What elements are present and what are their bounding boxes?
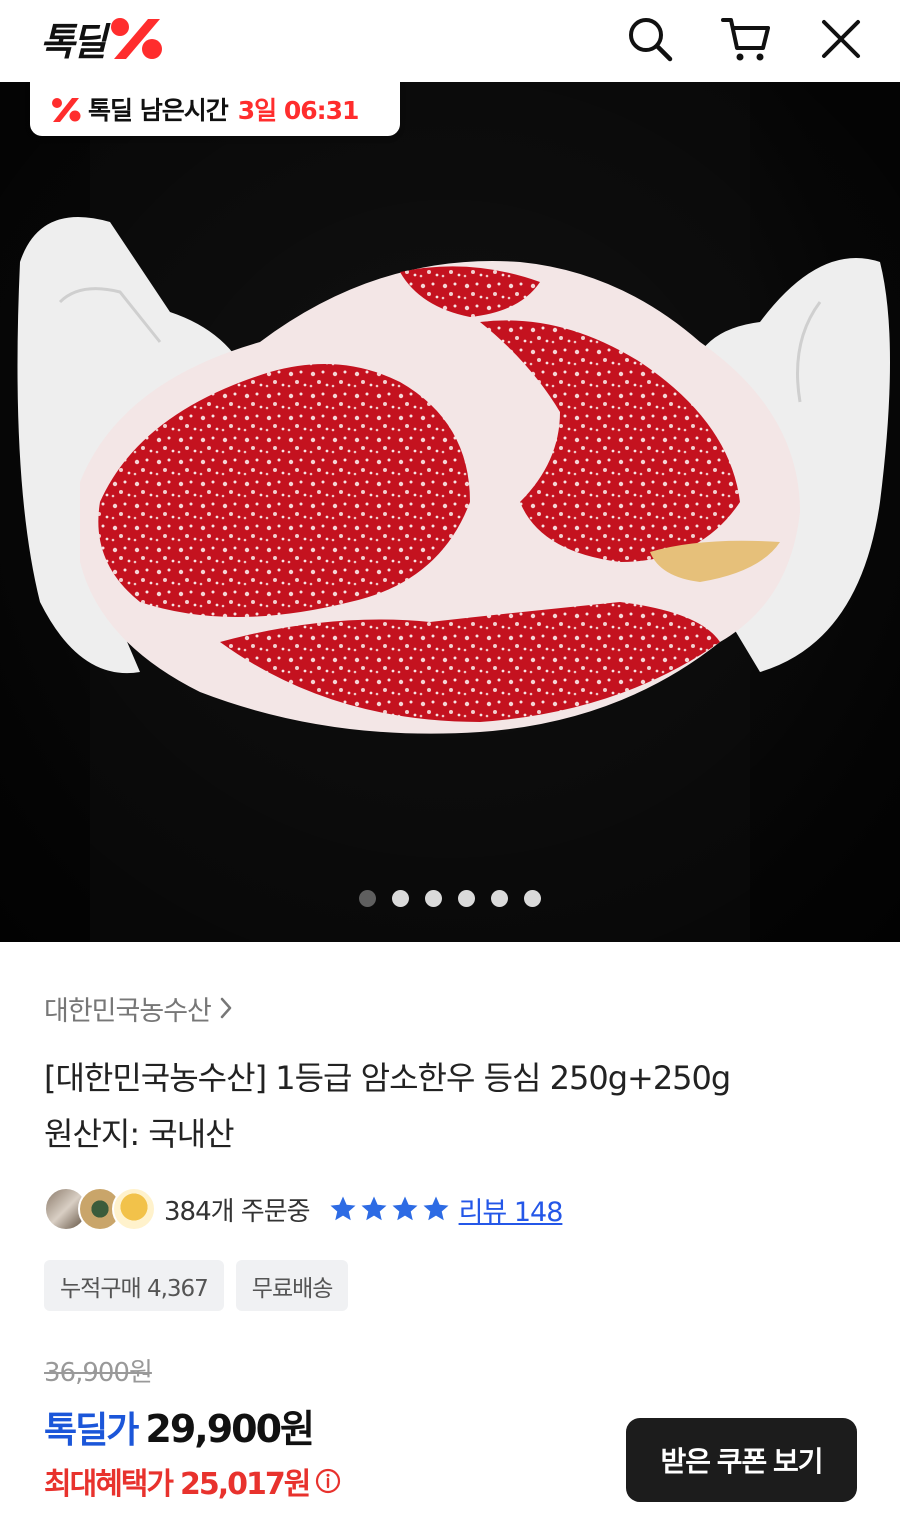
- product-image-carousel[interactable]: 톡딜 남은시간 3일 06:31: [0, 82, 900, 942]
- info-icon[interactable]: [315, 1468, 341, 1494]
- carousel-dot[interactable]: [392, 890, 409, 907]
- deal-price: 29,900원: [145, 1407, 315, 1451]
- buyer-avatars: [44, 1187, 156, 1231]
- carousel-dot[interactable]: [458, 890, 475, 907]
- social-proof-row: 384개 주문중 리뷰 148: [44, 1186, 564, 1232]
- star-icon: [392, 1196, 418, 1221]
- top-header: 톡딜: [0, 0, 900, 82]
- seller-name: 대한민국농수산: [44, 995, 212, 1027]
- deal-price-label: 톡딜가: [44, 1410, 139, 1451]
- deal-price-row: 톡딜가 29,900원: [44, 1398, 315, 1454]
- tokdeal-logo[interactable]: 톡딜: [40, 12, 166, 64]
- star-icon: [423, 1196, 449, 1221]
- product-tags: 누적구매 4,367 무료배송: [44, 1260, 349, 1311]
- percent-mark-icon: [52, 98, 81, 122]
- timer-label: 톡딜 남은시간: [88, 96, 229, 125]
- product-info: 대한민국농수산 [대한민국농수산] 1등급 암소한우 등심 250g+250g …: [44, 988, 864, 1162]
- close-icon[interactable]: [814, 12, 868, 66]
- percent-logo-icon: [110, 18, 162, 59]
- rating-stars: [328, 1194, 451, 1224]
- product-origin: 원산지: 국내산: [44, 1115, 235, 1153]
- deal-timer: 톡딜 남은시간 3일 06:31: [30, 82, 400, 136]
- review-link[interactable]: 리뷰 148: [459, 1190, 564, 1229]
- logo-text: 톡딜: [40, 19, 107, 64]
- carousel-dot[interactable]: [524, 890, 541, 907]
- carousel-dot[interactable]: [425, 890, 442, 907]
- view-coupons-button[interactable]: 받은 쿠폰 보기: [626, 1418, 857, 1502]
- star-icon: [330, 1196, 356, 1221]
- tag-free-shipping: 무료배송: [235, 1260, 349, 1311]
- search-icon[interactable]: [623, 12, 677, 66]
- cart-icon[interactable]: [719, 12, 773, 66]
- star-icon: [361, 1196, 387, 1221]
- order-count: 384개 주문중: [164, 1196, 311, 1227]
- steak-photo: [0, 82, 900, 942]
- chevron-right-icon: [220, 997, 232, 1019]
- carousel-dot[interactable]: [359, 890, 376, 907]
- original-price: 36,900원: [44, 1358, 153, 1388]
- max-benefit-row: 최대혜택가 25,017원: [44, 1458, 341, 1504]
- max-benefit-label: 최대혜택가: [44, 1467, 174, 1502]
- timer-remaining: 3일 06:31: [237, 96, 360, 125]
- tag-cumulative-purchases: 누적구매 4,367: [44, 1260, 224, 1311]
- seller-link[interactable]: 대한민국농수산: [44, 988, 864, 1028]
- carousel-dot[interactable]: [491, 890, 508, 907]
- carousel-indicators: [0, 890, 900, 907]
- product-title: [대한민국농수산] 1등급 암소한우 등심 250g+250g: [44, 1059, 731, 1097]
- max-benefit-price: 25,017원: [180, 1467, 311, 1502]
- avatar: [112, 1187, 156, 1231]
